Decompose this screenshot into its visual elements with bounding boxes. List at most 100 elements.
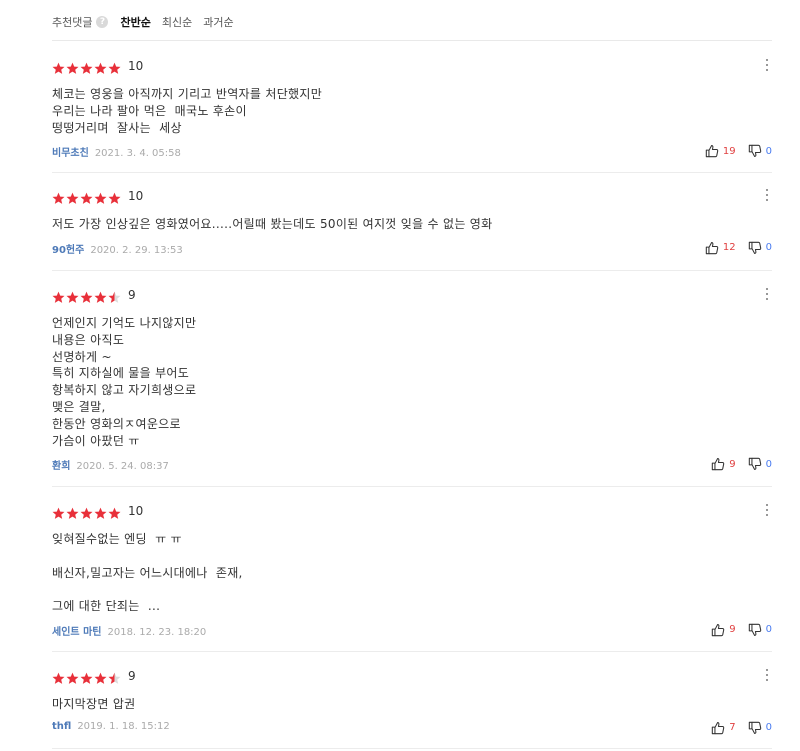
- comment-date: 2019. 1. 18. 15:12: [77, 720, 170, 732]
- star-icon: [52, 190, 65, 204]
- sort-bar: 추천댓글 ? 찬반순 최신순 과거순: [52, 12, 245, 32]
- comment-footer: thfl 2019. 1. 18. 15:12 7 0: [52, 721, 772, 737]
- star-rating: [52, 670, 122, 684]
- help-icon[interactable]: ?: [96, 16, 109, 28]
- star-icon: [108, 505, 121, 519]
- vote-buttons: 90: [711, 623, 772, 637]
- dislike-button[interactable]: 0: [748, 457, 772, 471]
- like-count: 7: [729, 722, 736, 734]
- comment-date: 2020. 2. 29. 13:53: [90, 244, 183, 256]
- vote-buttons: 90: [711, 457, 772, 471]
- star-icon: [108, 190, 121, 204]
- star-icon: [66, 190, 79, 204]
- author-name[interactable]: 90헌주: [52, 245, 84, 256]
- star-icon: [66, 289, 79, 303]
- rating: 10: [52, 503, 772, 519]
- dislike-count: 0: [765, 624, 772, 636]
- like-button[interactable]: 12: [705, 241, 736, 255]
- comment-text-line: 그에 대한 단죄는 ...: [52, 599, 161, 614]
- more-options-icon[interactable]: [762, 188, 772, 202]
- comment-text-line: 저도 가장 인상깊은 영화였어요.....어릴때 봤는데도 50이된 여지껏 잊…: [52, 217, 493, 231]
- dislike-button[interactable]: 0: [748, 721, 772, 735]
- comment-item: 9 마지막장면 압권 thfl 2019. 1. 18. 15:12 7 0: [52, 668, 772, 737]
- sort-option-oldest[interactable]: 과거순: [203, 14, 233, 30]
- star-icon: [94, 670, 107, 684]
- rating-score: 9: [128, 288, 136, 302]
- more-options-icon[interactable]: [762, 503, 772, 517]
- comment-footer: 환희 2020. 5. 24. 08:37 9 0: [52, 457, 772, 473]
- thumbs-up-icon: [705, 144, 719, 158]
- rating: 9: [52, 668, 772, 684]
- like-button[interactable]: 9: [711, 623, 736, 637]
- dislike-button[interactable]: 0: [748, 241, 772, 255]
- star-rating: [52, 289, 122, 303]
- half-star-icon: [108, 670, 121, 684]
- sort-option-latest[interactable]: 최신순: [162, 14, 192, 30]
- star-icon: [94, 60, 107, 74]
- comment-text-line: 항복하지 않고 자기희생으로: [52, 383, 197, 398]
- thumbs-up-icon: [711, 457, 725, 471]
- like-button[interactable]: 7: [711, 721, 736, 735]
- star-icon: [52, 670, 65, 684]
- recommended-label: 추천댓글: [52, 16, 93, 29]
- author-name[interactable]: 세인트 마틴: [52, 627, 101, 638]
- more-options-icon[interactable]: [762, 58, 772, 72]
- divider: [52, 172, 772, 173]
- comment-item: 10 잊혀질수없는 엔딩 ㅠ ㅠ 배신자,밀고자는 어느시대에나 존재, 그에 대한 …: [52, 503, 772, 639]
- comment-footer: 세인트 마틴 2018. 12. 23. 18:20 9 0: [52, 623, 772, 639]
- more-options-icon[interactable]: [762, 668, 772, 682]
- like-count: 9: [729, 624, 736, 636]
- like-button[interactable]: 9: [711, 457, 736, 471]
- comment-body: 언제인지 기억도 나지않지만 내용은 아직도 선명하게 ~ 특히 지하실에 물을 부어…: [52, 315, 772, 449]
- comment-text-line: 언제인지 기억도 나지않지만: [52, 316, 197, 330]
- star-icon: [108, 60, 121, 74]
- comment-text-line: 선명하게 ~: [52, 349, 112, 364]
- comment-footer: 90헌주 2020. 2. 29. 13:53 12 0: [52, 241, 772, 257]
- star-icon: [52, 505, 65, 519]
- comment-text-line: 가슴이 아팠던 ㅠ: [52, 433, 140, 448]
- vote-buttons: 70: [711, 721, 772, 735]
- rating-score: 10: [128, 504, 144, 518]
- star-rating: [52, 505, 122, 519]
- rating: 10: [52, 188, 772, 204]
- divider: [52, 40, 772, 41]
- vote-buttons: 19 0: [705, 144, 772, 158]
- thumbs-up-icon: [711, 721, 725, 735]
- comment-body: 저도 가장 인상깊은 영화였어요.....어릴때 봤는데도 50이된 여지껏 잊…: [52, 216, 772, 233]
- dislike-button[interactable]: 0: [748, 144, 772, 158]
- thumbs-down-icon: [748, 721, 762, 735]
- rating: 9: [52, 287, 772, 303]
- author-name[interactable]: 환희: [52, 461, 70, 472]
- rating-score: 10: [128, 189, 144, 203]
- more-options-icon[interactable]: [762, 287, 772, 301]
- comment-text-line: 우리는 나라 팔아 먹은 매국노 후손이: [52, 103, 247, 118]
- rating: 10: [52, 58, 772, 74]
- star-icon: [80, 60, 93, 74]
- star-icon: [94, 505, 107, 519]
- comment-text-line: 맺은 결말,: [52, 399, 106, 414]
- divider: [52, 748, 772, 749]
- like-count: 9: [729, 458, 736, 470]
- thumbs-down-icon: [748, 623, 762, 637]
- sort-option-pros-cons[interactable]: 찬반순: [120, 14, 150, 30]
- star-icon: [52, 289, 65, 303]
- divider: [52, 651, 772, 652]
- comment-text-line: 한동안 영화의ㅈ여운으로: [52, 416, 181, 431]
- star-icon: [80, 505, 93, 519]
- comment-body: 잊혀질수없는 엔딩 ㅠ ㅠ 배신자,밀고자는 어느시대에나 존재, 그에 대한 단죄…: [52, 531, 772, 615]
- vote-buttons: 12 0: [705, 241, 772, 255]
- author-name[interactable]: 비무초친: [52, 148, 89, 159]
- dislike-count: 0: [765, 458, 772, 470]
- comment-footer: 비무초친 2021. 3. 4. 05:58 19 0: [52, 144, 772, 160]
- star-rating: [52, 190, 122, 204]
- author-name[interactable]: thfl: [52, 721, 71, 732]
- dislike-button[interactable]: 0: [748, 623, 772, 637]
- dislike-count: 0: [765, 145, 772, 157]
- like-count: 12: [722, 242, 736, 254]
- like-count: 19: [722, 145, 736, 157]
- star-icon: [80, 670, 93, 684]
- star-icon: [80, 289, 93, 303]
- thumbs-down-icon: [748, 457, 762, 471]
- like-button[interactable]: 19: [705, 144, 736, 158]
- star-icon: [94, 190, 107, 204]
